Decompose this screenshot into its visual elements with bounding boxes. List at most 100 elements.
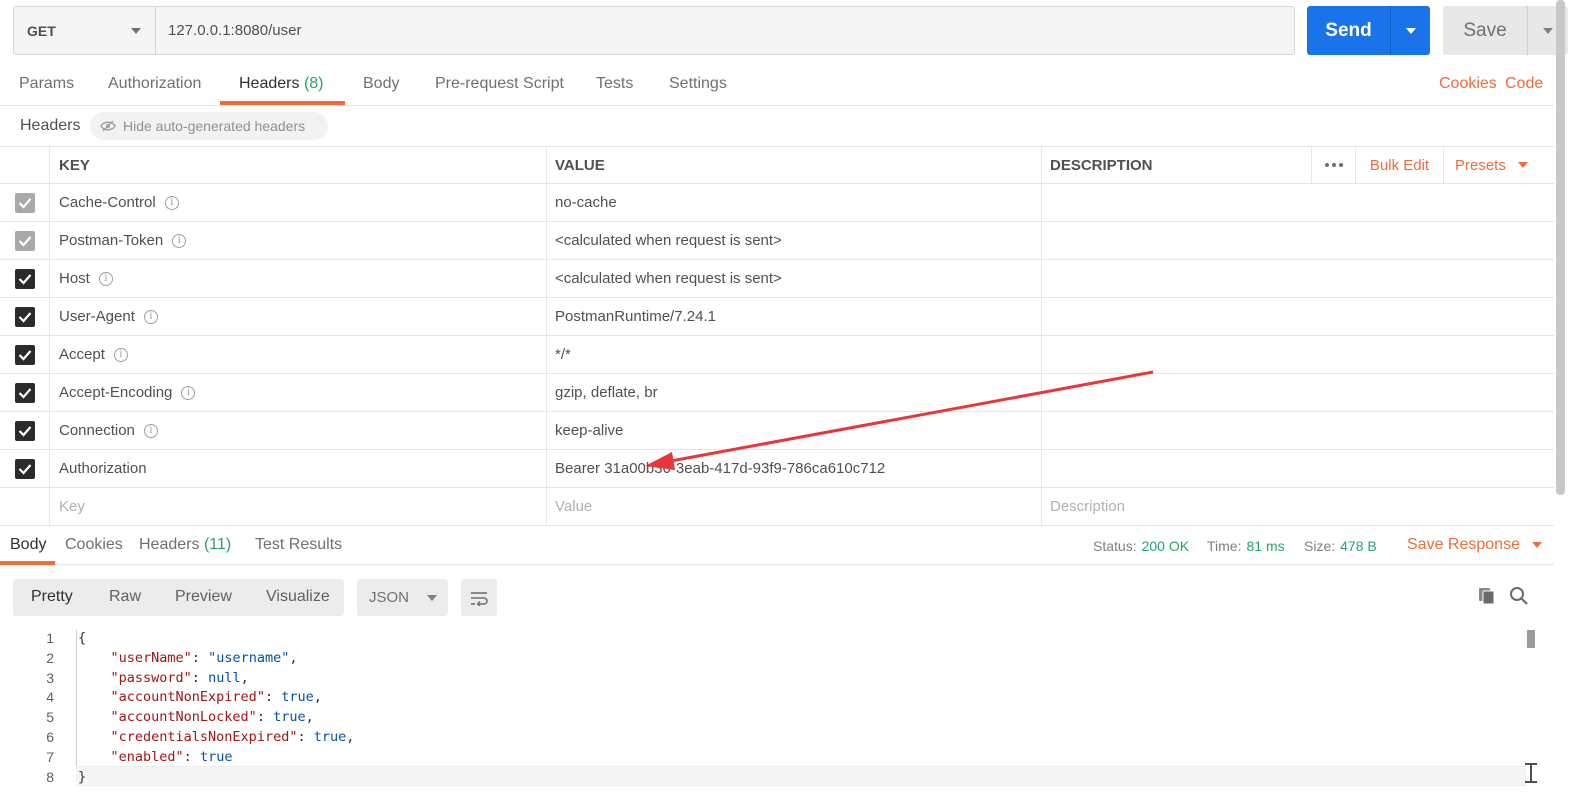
header-value-cell[interactable]: <calculated when request is sent> <box>546 222 1041 259</box>
copy-icon[interactable] <box>1477 586 1497 610</box>
header-description-cell[interactable] <box>1041 298 1554 335</box>
view-raw-button[interactable]: Raw <box>109 588 141 606</box>
info-icon[interactable]: i <box>172 233 187 248</box>
eye-off-icon <box>100 120 116 132</box>
method-select[interactable]: GET <box>14 7 156 54</box>
wrap-icon[interactable] <box>461 579 497 616</box>
header-value: no-cache <box>555 194 617 211</box>
more-icon[interactable] <box>1311 147 1355 183</box>
table-row: Connection i keep-alive <box>0 412 1554 450</box>
header-value-cell[interactable]: no-cache <box>546 184 1041 221</box>
checkbox-icon[interactable] <box>14 192 35 213</box>
view-pretty-button[interactable]: Pretty <box>31 588 73 606</box>
line-number: 4 <box>46 689 54 706</box>
header-value: <calculated when request is sent> <box>555 270 782 287</box>
json-value: true <box>313 729 347 745</box>
new-key-input[interactable]: Key <box>49 488 546 525</box>
format-select[interactable]: JSON <box>357 579 448 616</box>
checkbox-icon[interactable] <box>14 382 35 403</box>
status-value[interactable]: 200 OK <box>1142 538 1189 554</box>
presets-label: Presets <box>1455 156 1506 174</box>
header-value-cell[interactable]: keep-alive <box>546 412 1041 449</box>
checkbox-icon[interactable] <box>14 230 35 251</box>
info-icon[interactable]: i <box>164 195 179 210</box>
info-icon[interactable]: i <box>113 347 128 362</box>
header-key-cell[interactable]: Authorization <box>49 450 546 487</box>
checkbox-icon[interactable] <box>14 306 35 327</box>
page-scrollbar[interactable] <box>1556 0 1565 495</box>
header-key: Cache-Control <box>59 194 156 211</box>
header-key-cell[interactable]: Connection i <box>49 412 546 449</box>
header-value-cell[interactable]: PostmanRuntime/7.24.1 <box>546 298 1041 335</box>
checkbox-icon[interactable] <box>14 458 35 479</box>
send-options-button[interactable] <box>1391 6 1430 55</box>
header-value: <calculated when request is sent> <box>555 232 782 249</box>
header-value-cell[interactable]: */* <box>546 336 1041 373</box>
json-comma: , <box>313 689 322 706</box>
active-tab-indicator <box>0 561 55 565</box>
indent-guide <box>76 630 77 782</box>
header-key-cell[interactable]: Host i <box>49 260 546 297</box>
save-button[interactable]: Save <box>1443 6 1528 55</box>
send-button[interactable]: Send <box>1307 6 1391 55</box>
presets-dropdown[interactable]: Presets <box>1443 147 1554 183</box>
header-value-cell[interactable]: Bearer 31a00b30-3eab-417d-93f9-786ca610c… <box>546 450 1041 487</box>
tab-pre-request-script[interactable]: Pre-request Script <box>435 75 564 93</box>
header-key-cell[interactable]: User-Agent i <box>49 298 546 335</box>
header-description-cell[interactable] <box>1041 260 1554 297</box>
chevron-down-icon <box>427 594 438 601</box>
size-value[interactable]: 478 B <box>1340 538 1377 554</box>
checkbox-icon[interactable] <box>14 420 35 441</box>
url-input[interactable]: 127.0.0.1:8080/user <box>156 7 1294 54</box>
header-description-cell[interactable] <box>1041 336 1554 373</box>
cookies-link[interactable]: Cookies <box>1439 75 1497 93</box>
info-icon[interactable]: i <box>181 385 196 400</box>
tab-response-headers[interactable]: Headers (11) <box>139 536 231 554</box>
tab-test-results[interactable]: Test Results <box>255 536 342 554</box>
tab-headers[interactable]: Headers (8) <box>239 75 324 93</box>
tab-response-cookies[interactable]: Cookies <box>65 536 123 554</box>
tab-body[interactable]: Body <box>363 75 399 93</box>
tab-response-body[interactable]: Body <box>10 536 46 554</box>
text-cursor-icon <box>1525 763 1537 783</box>
tab-settings[interactable]: Settings <box>669 75 727 93</box>
header-key-cell[interactable]: Accept-Encoding i <box>49 374 546 411</box>
header-value: PostmanRuntime/7.24.1 <box>555 308 716 325</box>
time-label: Time: <box>1207 538 1242 554</box>
table-row: Cache-Control i no-cache <box>0 184 1554 222</box>
new-value-input[interactable]: Value <box>546 488 1041 525</box>
header-description-cell[interactable] <box>1041 222 1554 259</box>
search-icon[interactable] <box>1509 586 1529 610</box>
checkbox-icon[interactable] <box>14 268 35 289</box>
new-description-input[interactable]: Description <box>1041 488 1554 525</box>
row-checkbox-cell <box>0 374 49 411</box>
header-value-cell[interactable]: gzip, deflate, br <box>546 374 1041 411</box>
header-description-cell[interactable] <box>1041 374 1554 411</box>
info-icon[interactable]: i <box>98 271 113 286</box>
tab-params[interactable]: Params <box>19 75 74 93</box>
code-scrollbar[interactable] <box>1527 630 1535 648</box>
header-key: Postman-Token <box>59 232 164 249</box>
header-description-cell[interactable] <box>1041 184 1554 221</box>
header-key-cell[interactable]: Cache-Control i <box>49 184 546 221</box>
tab-authorization[interactable]: Authorization <box>108 75 201 93</box>
info-icon[interactable]: i <box>143 423 158 438</box>
format-label: JSON <box>369 589 410 606</box>
header-description-cell[interactable] <box>1041 412 1554 449</box>
code-link[interactable]: Code <box>1505 75 1543 93</box>
hide-auto-headers-button[interactable]: Hide auto-generated headers <box>90 112 328 140</box>
tab-tests[interactable]: Tests <box>596 75 633 93</box>
view-preview-button[interactable]: Preview <box>175 588 232 606</box>
view-visualize-button[interactable]: Visualize <box>266 588 330 606</box>
time-value[interactable]: 81 ms <box>1246 538 1284 554</box>
header-key-cell[interactable]: Accept i <box>49 336 546 373</box>
line-number: 3 <box>46 669 54 686</box>
header-key-cell[interactable]: Postman-Token i <box>49 222 546 259</box>
save-response-dropdown[interactable]: Save Response <box>1407 536 1542 554</box>
info-icon[interactable]: i <box>143 309 158 324</box>
bulk-edit-button[interactable]: Bulk Edit <box>1355 147 1443 183</box>
header-value-cell[interactable]: <calculated when request is sent> <box>546 260 1041 297</box>
header-description-cell[interactable] <box>1041 450 1554 487</box>
size-label: Size: <box>1304 538 1336 554</box>
checkbox-icon[interactable] <box>14 344 35 365</box>
